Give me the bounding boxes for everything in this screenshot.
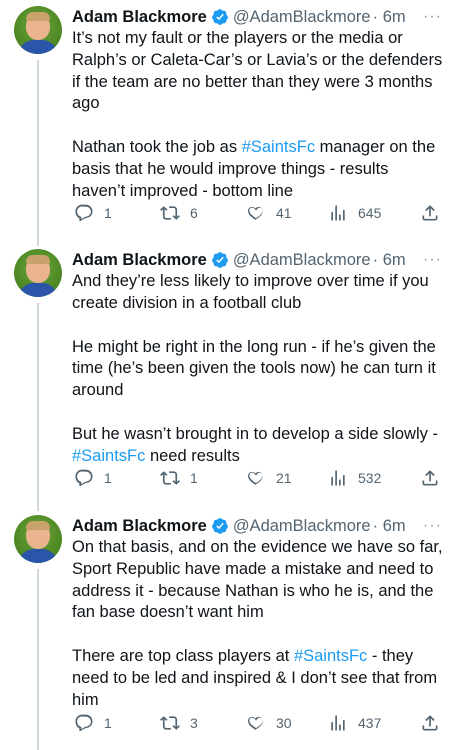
- thread-line: [37, 60, 39, 246]
- share-icon: [422, 715, 438, 731]
- reply-button[interactable]: 1: [74, 203, 112, 223]
- author-handle[interactable]: @AdamBlackmore: [233, 517, 371, 536]
- like-button[interactable]: 41: [246, 203, 292, 223]
- paragraph: Nathan took the job as #SaintsFc manager…: [72, 138, 436, 200]
- reply-count: 1: [104, 205, 112, 221]
- hashtag-link[interactable]: #SaintsFc: [72, 447, 145, 465]
- views-count: 645: [358, 205, 382, 221]
- views-icon: [331, 205, 345, 221]
- avatar-column: [14, 6, 62, 54]
- tweet-header: Adam Blackmore @AdamBlackmore · 6m: [72, 515, 446, 537]
- paragraph: There are top class players at #SaintsFc…: [72, 647, 438, 709]
- reply-button[interactable]: 1: [74, 468, 112, 488]
- tweet-thread: Adam Blackmore @AdamBlackmore · 6m ··· I…: [0, 0, 458, 750]
- tweet-text: And they’re less likely to improve over …: [72, 271, 446, 468]
- retweet-icon: [160, 206, 180, 220]
- like-icon: [248, 206, 263, 221]
- tweet-actions: 1 1 21 532: [72, 467, 446, 489]
- like-icon: [248, 471, 263, 486]
- views-count: 437: [358, 715, 382, 731]
- retweet-count: 1: [190, 470, 198, 486]
- tweet-actions: 1 6 41 645: [72, 202, 446, 224]
- verified-icon: [211, 252, 228, 268]
- like-count: 41: [276, 205, 292, 221]
- reply-count: 1: [104, 470, 112, 486]
- views-count: 532: [358, 470, 382, 486]
- thread-line: [37, 303, 39, 511]
- paragraph: And they’re less likely to improve over …: [72, 272, 429, 312]
- tweet-time[interactable]: · 6m: [373, 251, 406, 270]
- tweet-header: Adam Blackmore @AdamBlackmore · 6m: [72, 6, 446, 28]
- reply-button[interactable]: 1: [74, 713, 112, 733]
- avatar[interactable]: [14, 515, 62, 563]
- like-count: 30: [276, 715, 292, 731]
- verified-icon: [211, 518, 228, 534]
- share-button[interactable]: [420, 203, 450, 223]
- paragraph: But he wasn’t brought in to develop a si…: [72, 424, 438, 465]
- avatar-column: [14, 249, 62, 297]
- more-icon[interactable]: ···: [423, 517, 442, 535]
- avatar-column: [14, 515, 62, 563]
- share-icon: [422, 205, 438, 221]
- share-icon: [422, 470, 438, 486]
- like-icon: [248, 716, 263, 731]
- tweet-content: Adam Blackmore @AdamBlackmore · 6m ··· A…: [72, 249, 446, 468]
- author-handle[interactable]: @AdamBlackmore: [233, 8, 371, 27]
- retweet-count: 3: [190, 715, 198, 731]
- like-button[interactable]: 30: [246, 713, 292, 733]
- author-name[interactable]: Adam Blackmore: [72, 517, 207, 536]
- author-handle[interactable]: @AdamBlackmore: [233, 251, 371, 270]
- author-name[interactable]: Adam Blackmore: [72, 8, 207, 27]
- avatar[interactable]: [14, 249, 62, 297]
- tweet-text: On that basis, and on the evidence we ha…: [72, 537, 446, 712]
- share-button[interactable]: [420, 468, 450, 488]
- more-icon[interactable]: ···: [423, 8, 442, 26]
- tweet-time[interactable]: · 6m: [373, 517, 406, 536]
- tweet-header: Adam Blackmore @AdamBlackmore · 6m: [72, 249, 446, 271]
- views-button[interactable]: 437: [328, 713, 381, 733]
- retweet-count: 6: [190, 205, 198, 221]
- tweet-content: Adam Blackmore @AdamBlackmore · 6m ··· O…: [72, 515, 446, 712]
- reply-icon: [75, 714, 93, 732]
- tweet-1[interactable]: Adam Blackmore @AdamBlackmore · 6m ··· I…: [0, 6, 458, 246]
- paragraph: He might be right in the long run - if h…: [72, 337, 436, 400]
- views-button[interactable]: 532: [328, 468, 381, 488]
- avatar[interactable]: [14, 6, 62, 54]
- hashtag-link[interactable]: #SaintsFc: [294, 647, 367, 665]
- like-count: 21: [276, 470, 292, 486]
- retweet-button[interactable]: 1: [160, 468, 198, 488]
- views-button[interactable]: 645: [328, 203, 381, 223]
- more-icon[interactable]: ···: [423, 251, 442, 269]
- like-button[interactable]: 21: [246, 468, 292, 488]
- reply-icon: [75, 469, 93, 487]
- tweet-2[interactable]: Adam Blackmore @AdamBlackmore · 6m ··· A…: [0, 249, 458, 511]
- views-icon: [331, 715, 345, 731]
- reply-icon: [75, 204, 93, 222]
- reply-count: 1: [104, 715, 112, 731]
- tweet-actions: 1 3 30 437: [72, 712, 446, 734]
- tweet-content: Adam Blackmore @AdamBlackmore · 6m ··· I…: [72, 6, 446, 203]
- retweet-button[interactable]: 3: [160, 713, 198, 733]
- retweet-button[interactable]: 6: [160, 203, 198, 223]
- paragraph: It’s not my fault or the players or the …: [72, 29, 443, 113]
- tweet-time[interactable]: · 6m: [373, 8, 406, 27]
- paragraph: On that basis, and on the evidence we ha…: [72, 538, 443, 622]
- views-icon: [331, 470, 345, 486]
- thread-line: [37, 569, 39, 750]
- verified-icon: [211, 9, 228, 25]
- author-name[interactable]: Adam Blackmore: [72, 251, 207, 270]
- tweet-3[interactable]: Adam Blackmore @AdamBlackmore · 6m ··· O…: [0, 515, 458, 750]
- tweet-text: It’s not my fault or the players or the …: [72, 28, 446, 203]
- share-button[interactable]: [420, 713, 450, 733]
- retweet-icon: [160, 471, 180, 485]
- hashtag-link[interactable]: #SaintsFc: [242, 138, 315, 156]
- retweet-icon: [160, 716, 180, 730]
